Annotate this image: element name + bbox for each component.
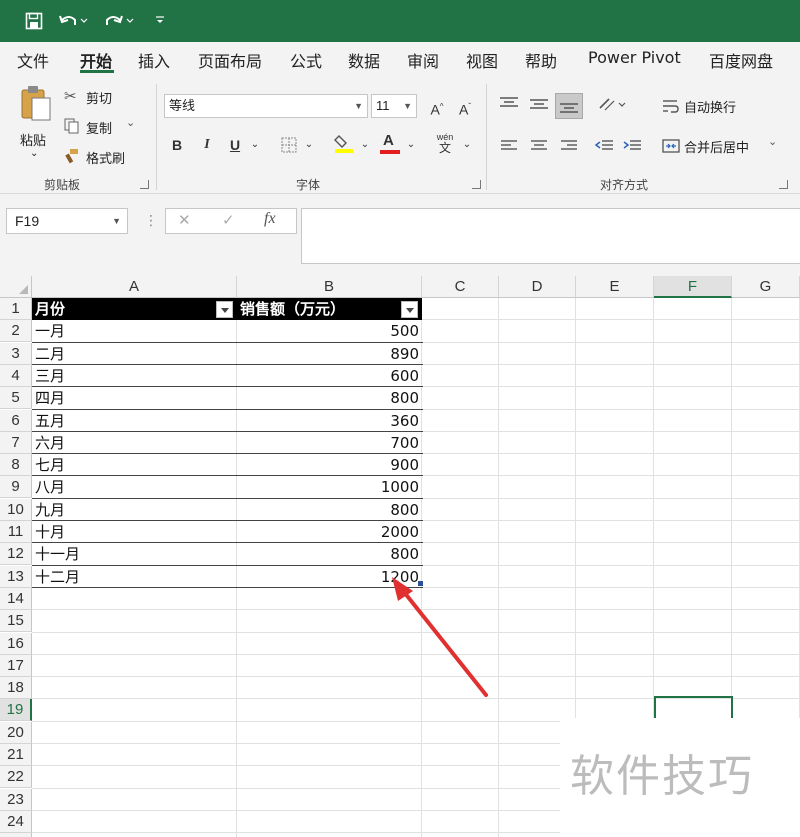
watermark: 软件技巧	[560, 718, 800, 837]
annotation-arrow	[392, 577, 488, 697]
excel-window: 文件 开始 插入 页面布局 公式 数据 审阅 视图 帮助 Power Pivot…	[0, 0, 800, 837]
